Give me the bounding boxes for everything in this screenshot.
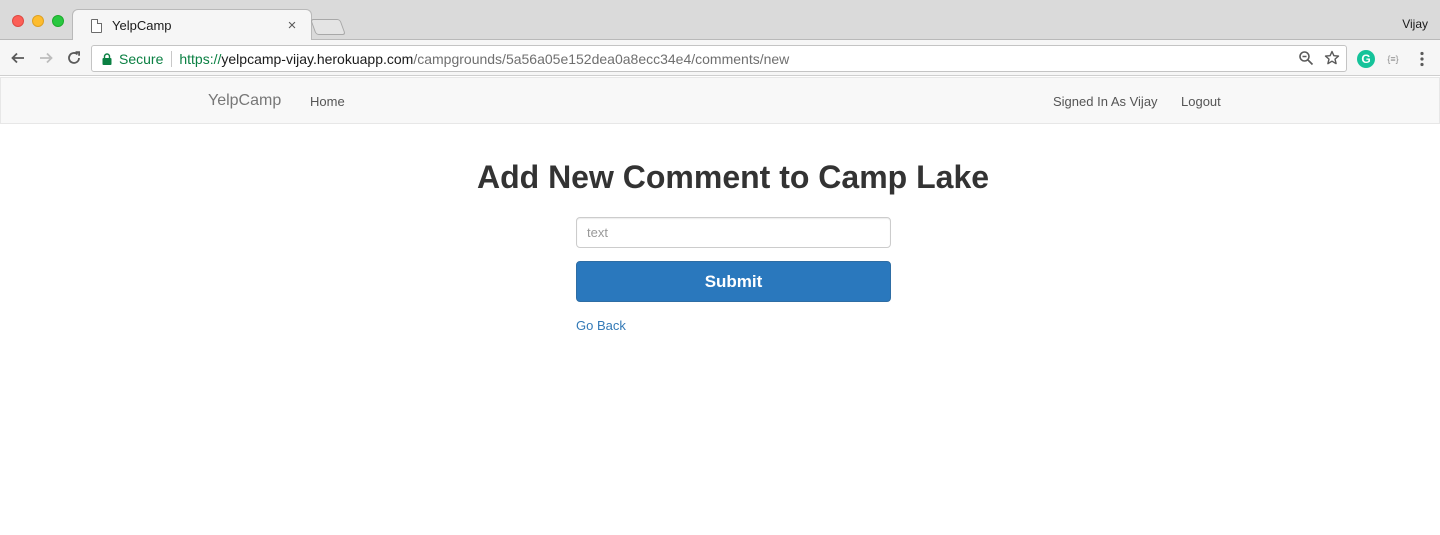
browser-toolbar: Secure https://yelpcamp-vijay.herokuapp.… [0,40,1440,76]
secure-label: Secure [119,50,164,67]
browser-tab-strip: YelpCamp × Vijay [0,0,1440,41]
browser-menu-icon[interactable] [1413,50,1431,68]
nav-home-link[interactable]: Home [310,94,345,109]
comment-text-input[interactable] [576,217,891,248]
back-icon[interactable] [8,48,28,68]
page-title: Add New Comment to Camp Lake [476,159,990,195]
lock-icon [102,52,112,65]
minimize-window-button[interactable] [32,15,44,27]
url-path: /campgrounds/5a56a05e152dea0a8ecc34e4/co… [413,50,790,67]
profile-name[interactable]: Vijay [1402,17,1428,31]
browser-tab[interactable]: YelpCamp × [72,9,312,41]
page-icon [91,18,102,33]
nav-signed-in-link[interactable]: Signed In As Vijay [1053,94,1158,109]
submit-button[interactable]: Submit [576,261,891,302]
bookmark-star-icon[interactable] [1324,50,1340,66]
go-back-link[interactable]: Go Back [576,318,626,333]
close-window-button[interactable] [12,15,24,27]
omnibox-divider [171,50,173,67]
new-tab-button[interactable] [310,19,346,35]
tab-title: YelpCamp [112,18,172,33]
url-host: yelpcamp-vijay.herokuapp.com [221,50,414,67]
zoom-icon[interactable] [1298,50,1314,66]
url-scheme: https:// [179,50,222,67]
tab-close-icon[interactable]: × [285,17,299,34]
site-navbar: YelpCamp Home Signed In As Vijay Logout [0,77,1440,124]
grammarly-extension-icon[interactable]: G [1357,50,1375,68]
forward-icon[interactable] [36,48,56,68]
maximize-window-button[interactable] [52,15,64,27]
jsonview-extension-icon[interactable]: {≡} [1384,50,1402,68]
brand-link[interactable]: YelpCamp [208,92,281,110]
url-text[interactable]: https://yelpcamp-vijay.herokuapp.com/cam… [179,51,789,67]
reload-icon[interactable] [64,48,84,68]
nav-logout-link[interactable]: Logout [1181,94,1221,109]
address-bar[interactable]: Secure https://yelpcamp-vijay.herokuapp.… [91,45,1347,72]
